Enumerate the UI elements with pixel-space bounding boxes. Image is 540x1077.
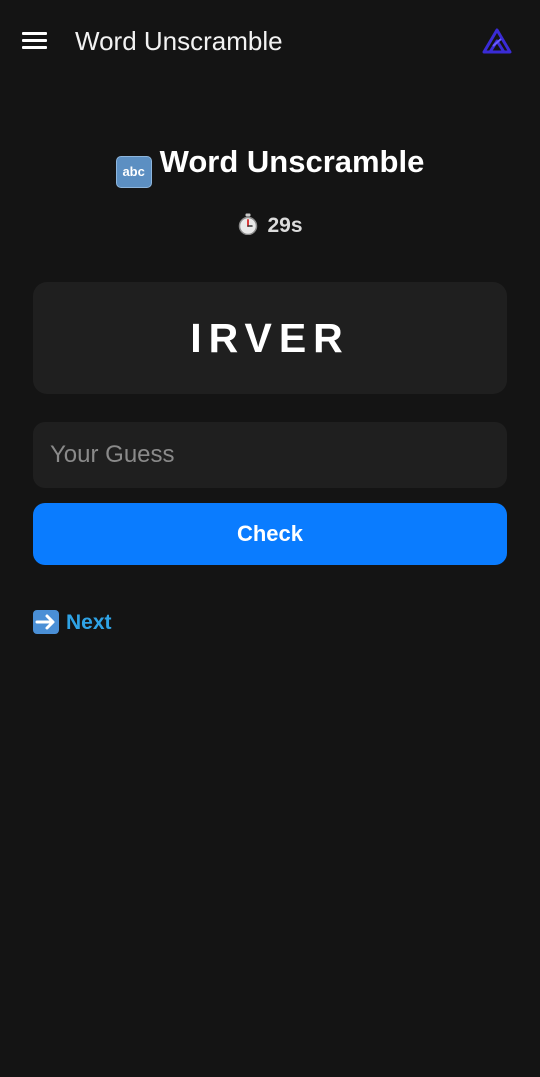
brand-logo-icon[interactable] (482, 28, 512, 54)
app-bar-title: Word Unscramble (75, 26, 283, 56)
game-title-text: Word Unscramble (159, 144, 425, 179)
app-bar: Word Unscramble (0, 0, 540, 82)
timer-value: 29s (267, 214, 303, 237)
scrambled-word: IRVER (190, 315, 350, 361)
guess-input[interactable] (33, 422, 507, 488)
hamburger-menu-icon[interactable] (16, 24, 52, 58)
game-title: abc Word Unscramble (0, 140, 540, 188)
scrambled-word-card: IRVER (33, 282, 507, 394)
right-arrow-icon (33, 610, 59, 634)
check-button[interactable]: Check (33, 503, 507, 565)
stopwatch-icon (239, 213, 258, 235)
next-link[interactable]: Next (33, 607, 112, 639)
abc-emoji-icon: abc (115, 156, 152, 188)
next-label: Next (66, 611, 112, 634)
countdown-timer: 29s (0, 210, 540, 242)
